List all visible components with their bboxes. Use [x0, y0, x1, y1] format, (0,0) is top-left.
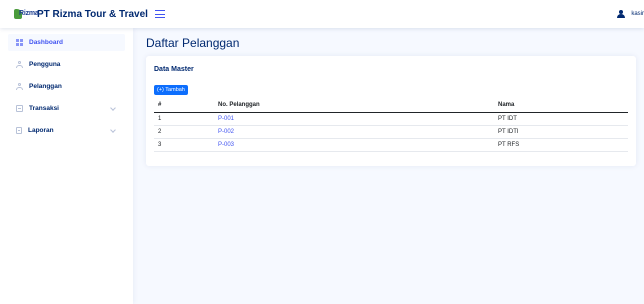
customer-id-link[interactable]: P-002: [218, 129, 234, 135]
chevron-down-icon: [110, 127, 116, 133]
chevron-down-icon: [110, 105, 116, 111]
logo-icon: Rizma: [14, 8, 39, 20]
grid-icon: [16, 39, 23, 46]
column-header-customer-id: No. Pelanggan: [214, 98, 494, 113]
main-content: Daftar Pelanggan Data Master (+) Tambah …: [146, 28, 636, 166]
person-icon: [16, 83, 23, 90]
hamburger-icon[interactable]: [154, 10, 165, 18]
user-icon: [617, 10, 626, 18]
card-icon: [16, 105, 23, 112]
customer-table: # No. Pelanggan Nama 1 P-001 PT IDT 2 P-…: [154, 98, 628, 152]
person-icon: [16, 61, 23, 68]
sidebar-item-laporan[interactable]: Laporan: [8, 122, 125, 139]
document-icon: [16, 127, 22, 134]
sidebar: Dashboard Pengguna Pelanggan Transaksi L…: [0, 28, 133, 304]
row-number: 1: [154, 112, 214, 126]
table-row: 1 P-001 PT IDT: [154, 112, 628, 126]
table-row: 2 P-002 PT IDTI: [154, 125, 628, 139]
customer-name: PT RFS: [494, 138, 628, 152]
card-title: Data Master: [154, 66, 194, 73]
customer-id-link[interactable]: P-003: [218, 142, 234, 148]
brand-name: PT Rizma Tour & Travel: [37, 8, 148, 20]
top-header: Rizma PT Rizma Tour & Travel kasir: [0, 0, 644, 28]
table-header-row: # No. Pelanggan Nama: [154, 98, 628, 113]
customer-name: PT IDT: [494, 112, 628, 126]
page-title: Daftar Pelanggan: [146, 36, 240, 50]
brand-logo[interactable]: Rizma PT Rizma Tour & Travel: [14, 8, 148, 20]
user-menu[interactable]: kasir: [617, 0, 644, 28]
sidebar-item-label: Dashboard: [29, 39, 63, 46]
sidebar-item-label: Pengguna: [29, 61, 61, 68]
add-button[interactable]: (+) Tambah: [154, 85, 188, 95]
sidebar-item-dashboard[interactable]: Dashboard: [8, 34, 125, 51]
data-card: Data Master (+) Tambah # No. Pelanggan N…: [146, 56, 636, 166]
customer-id-link[interactable]: P-001: [218, 116, 234, 122]
sidebar-item-pelanggan[interactable]: Pelanggan: [8, 78, 125, 95]
row-number: 3: [154, 138, 214, 152]
sidebar-item-label: Pelanggan: [29, 83, 62, 90]
sidebar-item-label: Laporan: [28, 127, 54, 134]
customer-name: PT IDTI: [494, 125, 628, 139]
user-name: kasir: [631, 11, 644, 17]
row-number: 2: [154, 125, 214, 139]
sidebar-item-transaksi[interactable]: Transaksi: [8, 100, 125, 117]
logo-mark-text: Rizma: [19, 10, 39, 17]
column-header-name: Nama: [494, 98, 628, 113]
sidebar-item-pengguna[interactable]: Pengguna: [8, 56, 125, 73]
column-header-number: #: [154, 98, 214, 113]
sidebar-item-label: Transaksi: [29, 105, 59, 112]
table-row: 3 P-003 PT RFS: [154, 138, 628, 152]
